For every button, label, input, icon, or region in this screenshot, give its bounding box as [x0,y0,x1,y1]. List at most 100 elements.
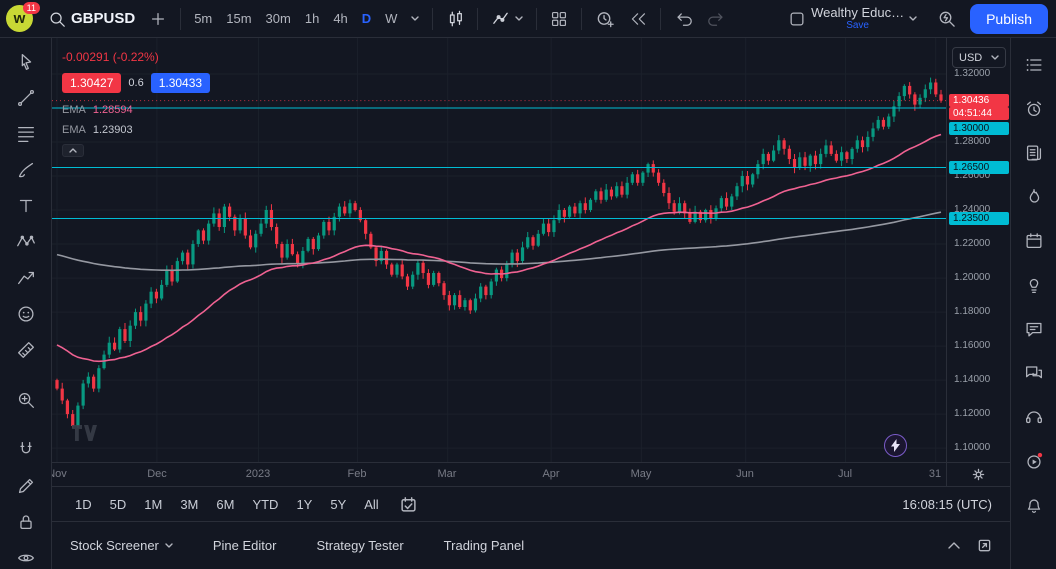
trend-line-icon [15,87,37,109]
symbol-search-button[interactable]: GBPUSD [42,6,141,32]
level-price-label[interactable]: 1.23500 [949,212,1009,225]
streams-button[interactable] [1016,444,1052,478]
quick-search-icon [937,9,956,28]
range-1m[interactable]: 1M [137,493,169,516]
right-sidebar [1010,38,1056,569]
buy-button[interactable]: 1.30433 [151,73,210,93]
panel-collapse-button[interactable] [947,541,961,550]
price-change-text: -0.00291 (-0.22%) [62,50,210,64]
text-tool-button[interactable] [8,189,44,223]
range-6m[interactable]: 6M [209,493,241,516]
undo-button[interactable] [668,5,699,32]
timeframe-5m[interactable]: 5m [188,7,218,30]
ideas-button[interactable] [1016,268,1052,302]
hide-drawings-button[interactable] [8,541,44,569]
range-5d[interactable]: 5D [103,493,134,516]
utc-clock[interactable]: 16:08:15 (UTC) [902,497,994,512]
tab-trading-panel[interactable]: Trading Panel [444,538,524,553]
ema-value: 1.23903 [93,124,133,136]
timeframe-30m[interactable]: 30m [260,7,297,30]
save-layout-button[interactable]: Wealthy Educ… Save [782,2,923,36]
date-range-bar: 1D 5D 1M 3M 6M YTD 1Y 5Y All 16:08:15 (U… [52,486,1010,521]
cursor-tool-button[interactable] [8,45,44,79]
save-status-text[interactable]: Save [846,19,869,32]
timeframe-1h[interactable]: 1h [299,7,325,30]
price-tick: 1.32000 [954,68,990,80]
quick-search-button[interactable] [931,5,962,32]
range-5y[interactable]: 5Y [323,493,353,516]
currency-label: USD [959,52,982,64]
create-alert-button[interactable] [589,5,621,33]
zoom-tool-button[interactable] [8,383,44,417]
chevron-down-icon [515,16,523,21]
range-ytd[interactable]: YTD [245,493,285,516]
timeframe-1w[interactable]: W [379,7,403,30]
ema-legend-row[interactable]: EMA 1.23903 [62,124,210,136]
chart-center: -0.00291 (-0.22%) 1.30427 0.6 1.30433 EM… [52,38,1010,569]
lock-icon [15,511,37,533]
bell-icon [1023,494,1045,516]
instant-trading-button[interactable] [884,434,907,457]
timeframe-15m[interactable]: 15m [220,7,257,30]
timeframe-1d[interactable]: D [356,7,377,30]
time-axis-label: Nov [52,468,67,480]
range-all[interactable]: All [357,493,385,516]
tab-stock-screener[interactable]: Stock Screener [70,538,173,553]
symbol-name: GBPUSD [71,10,135,27]
draw-mode-button[interactable] [8,469,44,503]
range-1d[interactable]: 1D [68,493,99,516]
pattern-tool-button[interactable] [8,225,44,259]
ruler-icon [15,339,37,361]
price-tick: 1.28000 [954,136,990,148]
tab-strategy-tester[interactable]: Strategy Tester [316,538,403,553]
panel-restore-button[interactable] [977,538,992,553]
forecast-tool-button[interactable] [8,261,44,295]
go-to-date-button[interactable] [400,496,417,513]
help-button[interactable] [1016,400,1052,434]
measure-tool-button[interactable] [8,333,44,367]
magnet-icon [15,439,37,461]
chart-style-button[interactable] [440,6,470,32]
trend-line-tool-button[interactable] [8,81,44,115]
multichart-layout-button[interactable] [544,6,574,32]
time-axis[interactable]: NovDec2023FebMarAprMayJunJul31 [52,462,1010,486]
restore-panel-icon [977,538,992,553]
chart-pane[interactable]: -0.00291 (-0.22%) 1.30427 0.6 1.30433 EM… [52,38,946,462]
price-scale[interactable]: USD 1.320001.300001.280001.260001.240001… [946,38,1010,462]
logo[interactable]: w 11 [6,4,40,34]
conversations-button[interactable] [1016,356,1052,390]
notifications-button[interactable] [1016,488,1052,522]
timeframe-menu-button[interactable] [405,12,425,25]
legend-collapse-button[interactable] [62,144,84,157]
chat-button[interactable] [1016,312,1052,346]
currency-dropdown[interactable]: USD [952,47,1006,68]
scale-settings-cell[interactable] [946,463,1010,486]
fib-retracement-tool-button[interactable] [8,117,44,151]
publish-button[interactable]: Publish [970,4,1048,34]
level-price-label[interactable]: 1.30000 [949,122,1009,135]
lock-drawings-button[interactable] [8,505,44,539]
brush-tool-button[interactable] [8,153,44,187]
bar-replay-button[interactable] [623,6,653,32]
sell-button[interactable]: 1.30427 [62,73,121,93]
range-1y[interactable]: 1Y [289,493,319,516]
emoji-tool-button[interactable] [8,297,44,331]
indicators-button[interactable] [485,5,529,32]
calendar-button[interactable] [1016,224,1052,258]
compare-add-button[interactable] [143,6,173,32]
level-price-label[interactable]: 1.26500 [949,161,1009,174]
time-axis-labels[interactable]: NovDec2023FebMarAprMayJunJul31 [52,463,946,486]
toolbar-divider [536,8,537,30]
hotlists-button[interactable] [1016,180,1052,214]
watchlist-button[interactable] [1016,48,1052,82]
ema-legend-row[interactable]: EMA 1.28594 [62,104,210,116]
calendar-goto-icon [400,496,417,513]
timeframe-4h[interactable]: 4h [327,7,353,30]
range-3m[interactable]: 3M [173,493,205,516]
plus-icon [149,10,167,28]
tab-pine-editor[interactable]: Pine Editor [213,538,277,553]
news-button[interactable] [1016,136,1052,170]
magnet-tool-button[interactable] [8,433,44,467]
alerts-button[interactable] [1016,92,1052,126]
redo-button[interactable] [701,5,732,32]
